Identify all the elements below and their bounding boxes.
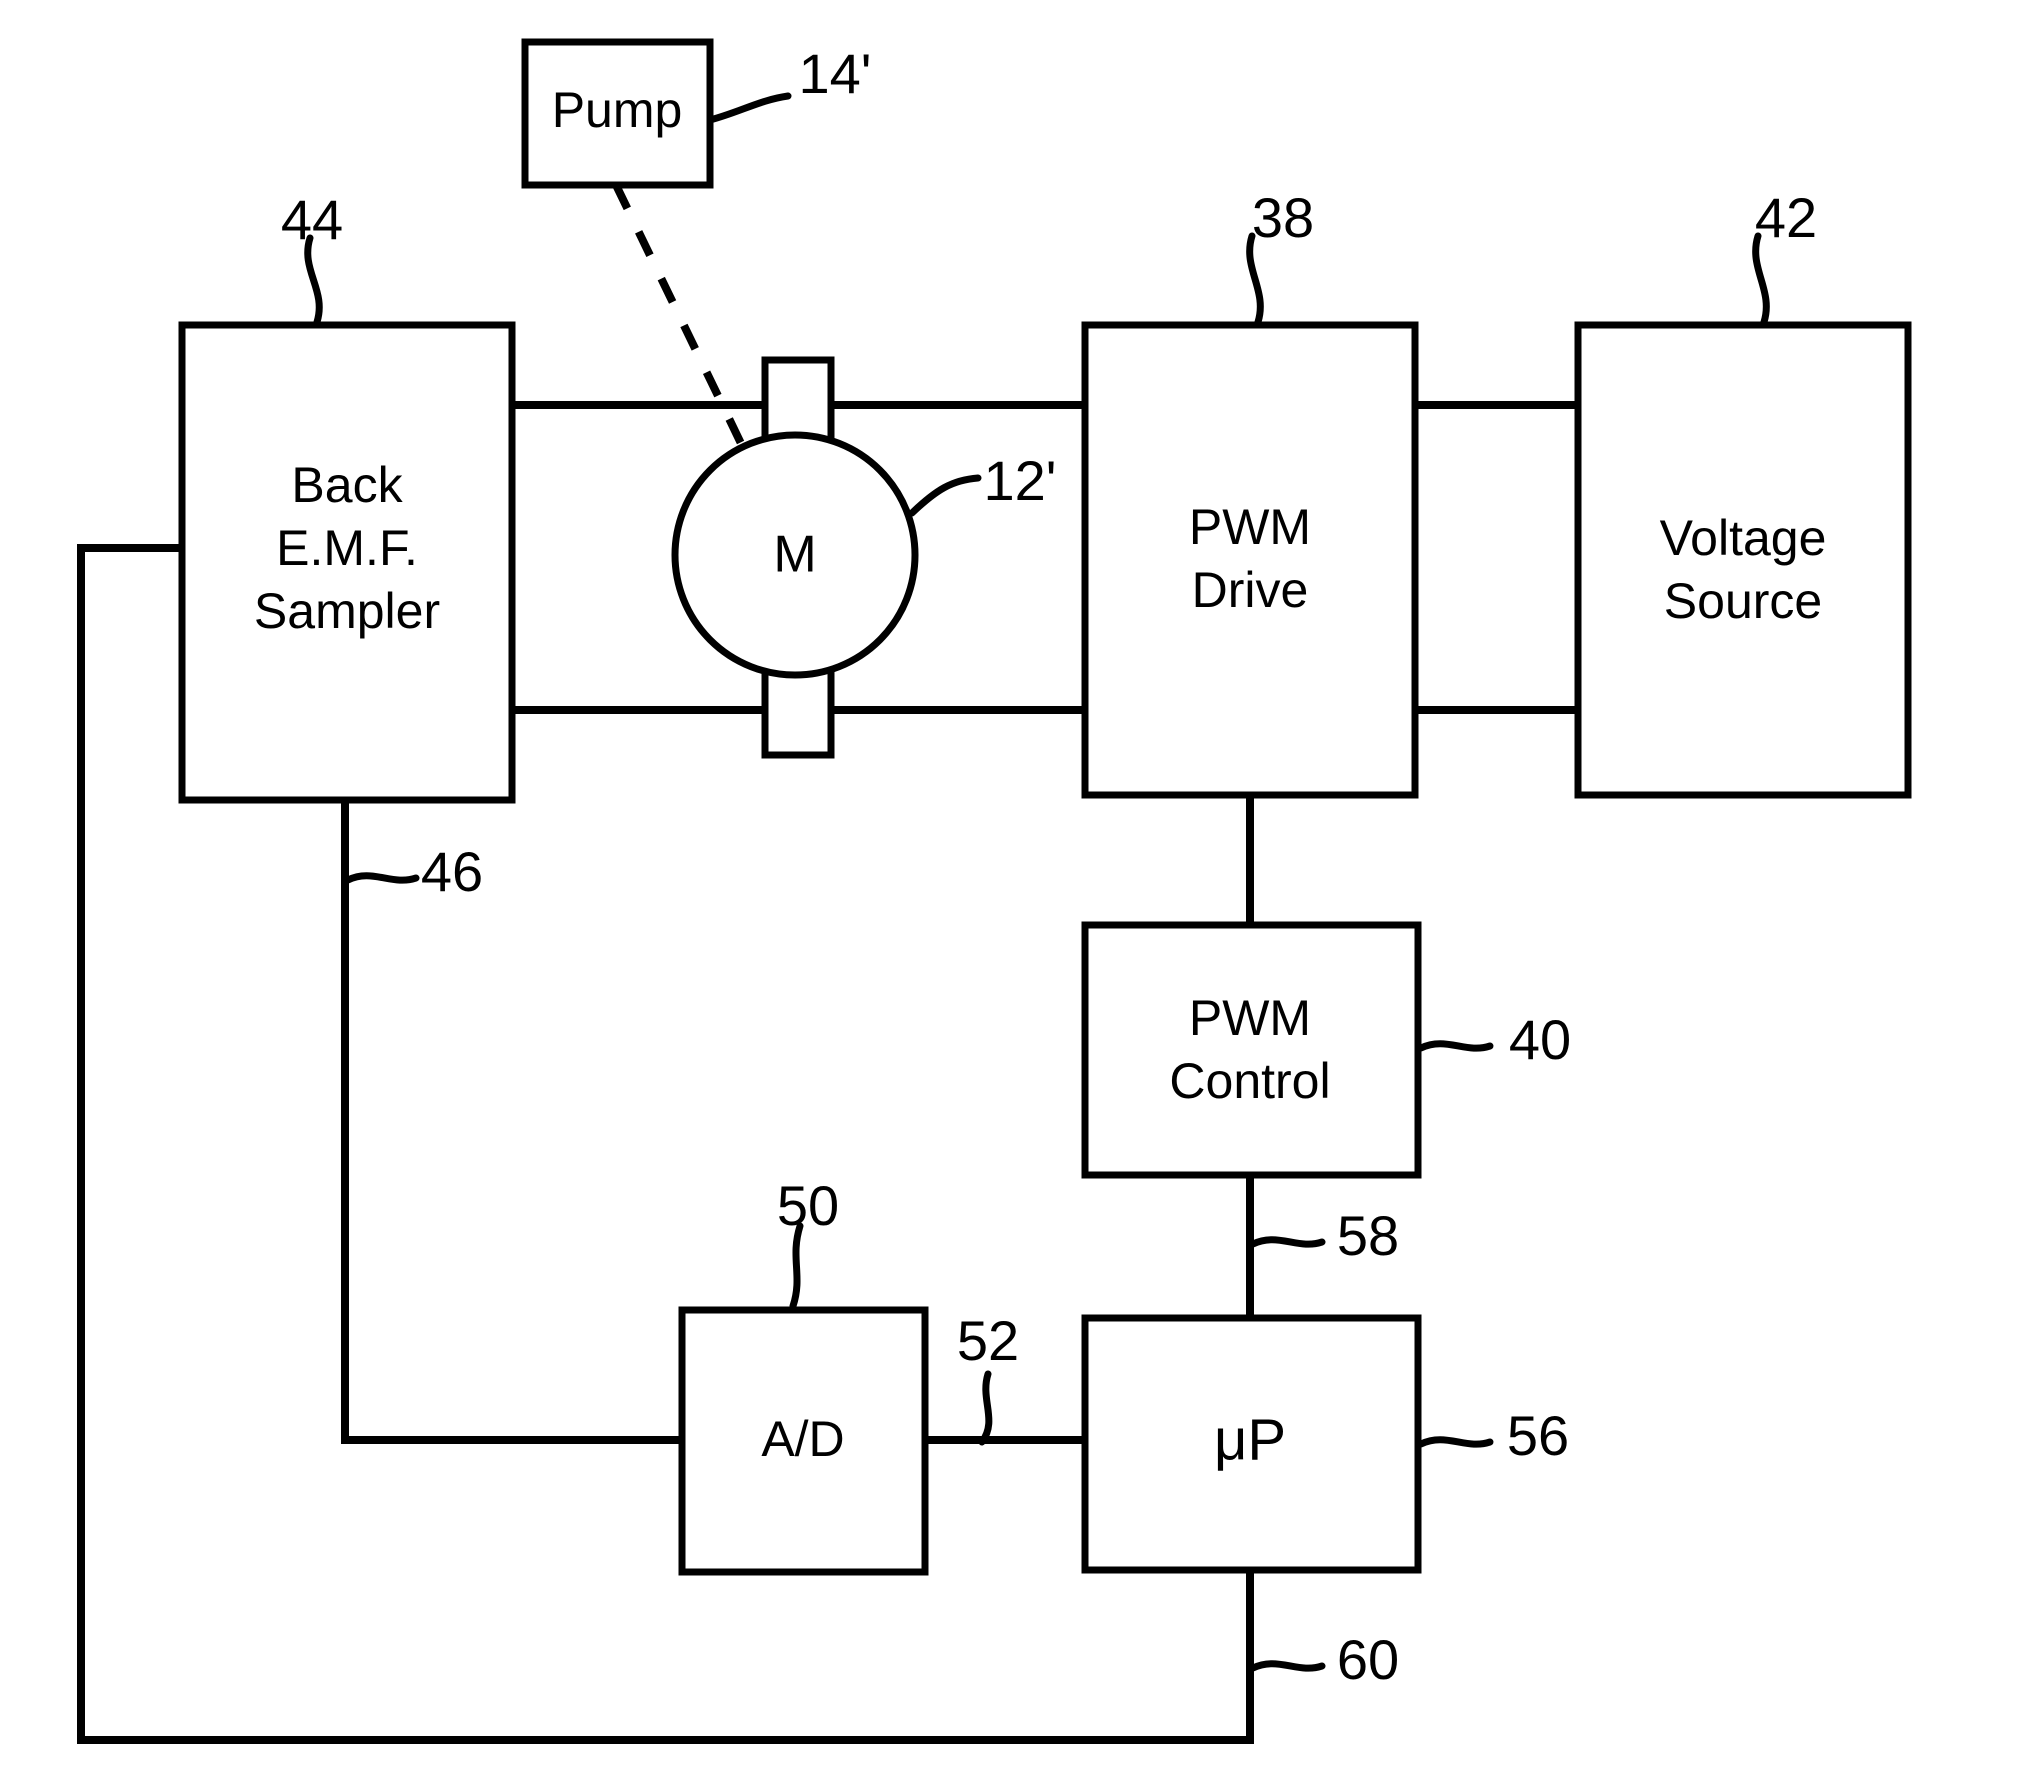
back-emf-label-line3: Sampler xyxy=(254,583,440,639)
pwm-drive-box xyxy=(1081,321,1419,799)
voltage-source-label-line1: Voltage xyxy=(1660,510,1827,566)
diagram-canvas: M Pump Back E.M.F. Sampler PWM Drive Vol… xyxy=(77,38,1912,1744)
motor-label: M xyxy=(773,526,816,584)
ref-numeral-motor: 12' xyxy=(984,449,1057,512)
ref-numeral-pwm-control-to-up-line: 58 xyxy=(1337,1204,1399,1267)
leader-line-pump xyxy=(706,92,792,124)
leader-line-voltage-source xyxy=(1752,232,1770,326)
patent-figure: M Pump Back E.M.F. Sampler PWM Drive Vol… xyxy=(0,0,2017,1775)
ref-numeral-back-emf-sampler: 44 xyxy=(281,188,343,251)
wire-backemf-to-ad xyxy=(341,800,682,1444)
block-back-emf-sampler[interactable]: Back E.M.F. Sampler xyxy=(178,321,516,804)
ref-numeral-ad-converter: 50 xyxy=(777,1174,839,1237)
block-microprocessor[interactable]: μP xyxy=(1081,1314,1422,1574)
block-voltage-source[interactable]: Voltage Source xyxy=(1574,321,1912,799)
pwm-control-box xyxy=(1081,921,1422,1179)
block-pump[interactable]: Pump xyxy=(521,38,714,189)
leader-line-pwm-drive xyxy=(1246,232,1264,326)
leader-line-ad-to-up xyxy=(978,1370,993,1446)
leader-line-pwm-control-to-up xyxy=(1249,1236,1326,1248)
motor-symbol[interactable]: M xyxy=(671,356,919,759)
leader-line-up-feedback xyxy=(1249,1660,1326,1672)
block-pwm-drive[interactable]: PWM Drive xyxy=(1081,321,1419,799)
leader-line-microprocessor xyxy=(1417,1436,1494,1448)
ref-numeral-pwm-control: 40 xyxy=(1509,1008,1571,1071)
back-emf-label-line1: Back xyxy=(291,457,403,513)
ref-numeral-pump: 14' xyxy=(799,42,872,105)
back-emf-label-line2: E.M.F. xyxy=(276,520,418,576)
ref-numeral-back-emf-output-line: 46 xyxy=(421,840,483,903)
pwm-drive-label-line2: Drive xyxy=(1192,562,1309,618)
voltage-source-label-line2: Source xyxy=(1664,573,1822,629)
pwm-drive-label-line1: PWM xyxy=(1189,499,1311,555)
leader-line-motor xyxy=(908,474,982,517)
leader-line-pwm-control xyxy=(1417,1040,1494,1052)
ref-numeral-pwm-drive: 38 xyxy=(1252,186,1314,249)
leader-line-back-emf-output xyxy=(344,872,420,884)
ref-numeral-ad-to-up-line: 52 xyxy=(957,1309,1019,1372)
block-ad-converter[interactable]: A/D xyxy=(678,1306,929,1576)
pwm-control-label-line1: PWM xyxy=(1189,990,1311,1046)
ref-numeral-up-feedback-line: 60 xyxy=(1337,1628,1399,1691)
ref-numeral-microprocessor: 56 xyxy=(1507,1404,1569,1467)
motor-terminal-bottom xyxy=(761,661,835,759)
ad-converter-label: A/D xyxy=(761,1411,844,1467)
ref-numeral-voltage-source: 42 xyxy=(1755,186,1817,249)
pwm-control-label-line2: Control xyxy=(1169,1053,1330,1109)
block-pwm-control[interactable]: PWM Control xyxy=(1081,921,1422,1179)
leader-line-ad-converter xyxy=(789,1222,804,1310)
microprocessor-label: μP xyxy=(1214,1407,1286,1472)
pump-label: Pump xyxy=(552,82,683,138)
